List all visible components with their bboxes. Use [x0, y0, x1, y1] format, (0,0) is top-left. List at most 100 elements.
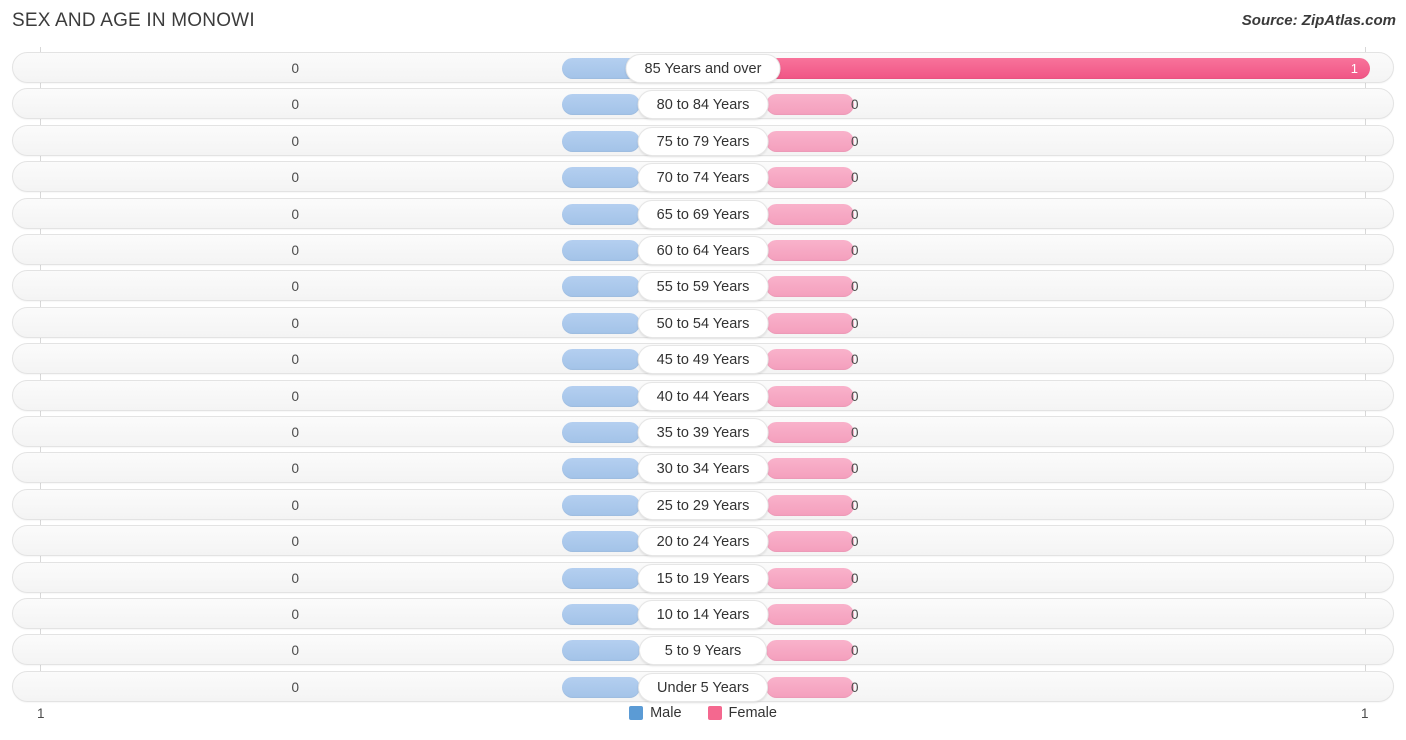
age-group-row[interactable]: 0 0 50 to 54 Years: [12, 306, 1394, 338]
female-value-label: 0: [851, 388, 859, 404]
age-group-row[interactable]: 0 0 35 to 39 Years: [12, 416, 1394, 447]
age-group-row[interactable]: 0 0 40 to 44 Years: [12, 379, 1394, 411]
male-bar[interactable]: [562, 567, 640, 589]
male-value-label: 0: [291, 388, 299, 404]
age-group-label[interactable]: 75 to 79 Years: [637, 126, 769, 156]
age-group-row[interactable]: 0 0 15 to 19 Years: [12, 561, 1394, 593]
chart-header: SEX AND AGE IN MONOWI Source: ZipAtlas.c…: [0, 0, 1406, 46]
age-group-row[interactable]: 0 0 5 to 9 Years: [12, 634, 1394, 666]
age-group-row[interactable]: 0 0 80 to 84 Years: [12, 88, 1394, 120]
male-value-label: 0: [291, 170, 299, 186]
age-group-row[interactable]: 0 0 55 to 59 Years: [12, 270, 1394, 302]
age-group-label[interactable]: 55 to 59 Years: [637, 272, 769, 302]
female-swatch-icon: [707, 706, 722, 720]
female-bar[interactable]: [766, 604, 854, 625]
age-group-row[interactable]: 0 0 60 to 64 Years: [12, 234, 1394, 265]
age-group-label[interactable]: 15 to 19 Years: [637, 563, 769, 593]
age-group-label[interactable]: 25 to 29 Years: [637, 490, 769, 520]
age-group-label[interactable]: 50 to 54 Years: [637, 308, 769, 338]
female-bar[interactable]: [766, 130, 854, 152]
female-value-label: 0: [851, 206, 859, 222]
female-value-label: 0: [851, 570, 859, 586]
age-group-label[interactable]: 60 to 64 Years: [637, 236, 769, 265]
age-group-row[interactable]: 0 0 65 to 69 Years: [12, 197, 1394, 229]
page-title: SEX AND AGE IN MONOWI: [12, 10, 255, 31]
male-bar[interactable]: [562, 130, 640, 152]
age-group-label[interactable]: 40 to 44 Years: [637, 381, 769, 411]
male-value-label: 0: [291, 279, 299, 295]
male-value-label: 0: [291, 315, 299, 331]
female-bar[interactable]: [766, 640, 854, 662]
age-group-label[interactable]: 85 Years and over: [625, 54, 781, 83]
male-bar[interactable]: [562, 604, 640, 625]
female-bar[interactable]: [766, 203, 854, 225]
age-group-label[interactable]: 65 to 69 Years: [637, 199, 769, 229]
age-group-label[interactable]: 70 to 74 Years: [637, 163, 769, 193]
male-value-label: 0: [291, 97, 299, 113]
male-bar[interactable]: [562, 240, 640, 261]
female-bar[interactable]: [766, 167, 854, 189]
age-group-label[interactable]: 10 to 14 Years: [637, 600, 769, 629]
male-bar[interactable]: [562, 94, 640, 116]
age-group-label[interactable]: Under 5 Years: [638, 672, 768, 702]
male-value-label: 0: [291, 206, 299, 222]
age-group-row[interactable]: 0 0 25 to 29 Years: [12, 488, 1394, 520]
age-group-label[interactable]: 30 to 34 Years: [637, 454, 769, 484]
age-group-row[interactable]: 0 0 70 to 74 Years: [12, 161, 1394, 193]
female-bar[interactable]: [766, 385, 854, 407]
female-bar[interactable]: [766, 94, 854, 116]
male-bar[interactable]: [562, 422, 640, 443]
male-bar[interactable]: [562, 167, 640, 189]
female-value-label: 0: [851, 461, 859, 477]
female-bar[interactable]: 1: [766, 58, 1370, 79]
chart-page: SEX AND AGE IN MONOWI Source: ZipAtlas.c…: [0, 0, 1406, 740]
male-value-label: 0: [291, 61, 299, 76]
female-bar[interactable]: [766, 494, 854, 516]
age-group-label[interactable]: 20 to 24 Years: [637, 527, 769, 557]
female-bar[interactable]: [766, 276, 854, 298]
female-value-label: 0: [851, 279, 859, 295]
female-bar[interactable]: [766, 676, 854, 698]
age-group-row[interactable]: 0 0 Under 5 Years: [12, 670, 1394, 702]
male-bar[interactable]: [562, 640, 640, 662]
male-bar[interactable]: [562, 203, 640, 225]
chart-footer: 1 1 Male Female: [0, 700, 1406, 740]
age-group-row[interactable]: 0 0 20 to 24 Years: [12, 525, 1394, 557]
female-value-label: 0: [851, 607, 859, 622]
legend-item-male[interactable]: Male: [629, 705, 682, 721]
male-bar[interactable]: [562, 531, 640, 553]
age-group-label[interactable]: 45 to 49 Years: [637, 345, 769, 375]
female-value-label: 0: [851, 497, 859, 513]
female-value-inbar-label: 1: [1350, 61, 1358, 76]
legend-item-female[interactable]: Female: [707, 705, 777, 721]
male-bar[interactable]: [562, 676, 640, 698]
female-bar[interactable]: [766, 422, 854, 443]
female-value-label: 0: [851, 425, 859, 440]
age-group-label[interactable]: 80 to 84 Years: [637, 90, 769, 120]
age-group-row[interactable]: 0 0 10 to 14 Years: [12, 598, 1394, 629]
age-group-row[interactable]: 0 0 45 to 49 Years: [12, 343, 1394, 375]
female-bar[interactable]: [766, 458, 854, 480]
chart-legend: Male Female: [0, 705, 1406, 721]
male-bar[interactable]: [562, 458, 640, 480]
female-bar[interactable]: [766, 567, 854, 589]
male-bar[interactable]: [562, 494, 640, 516]
legend-label-male: Male: [650, 705, 682, 721]
population-pyramid-plot: 0 1 85 Years and over 0 0 80 to 84 Years 0 0 75 …: [0, 47, 1406, 702]
age-group-row[interactable]: 0 0 75 to 79 Years: [12, 124, 1394, 156]
male-bar[interactable]: [562, 276, 640, 298]
age-group-row[interactable]: 0 0 30 to 34 Years: [12, 452, 1394, 484]
female-bar[interactable]: [766, 240, 854, 261]
male-bar[interactable]: [562, 385, 640, 407]
age-group-label[interactable]: 35 to 39 Years: [637, 418, 769, 447]
male-value-label: 0: [291, 243, 299, 258]
age-group-label[interactable]: 5 to 9 Years: [639, 636, 767, 666]
female-bar[interactable]: [766, 312, 854, 334]
age-group-row[interactable]: 0 1 85 Years and over: [12, 52, 1394, 83]
female-bar[interactable]: [766, 531, 854, 553]
male-value-label: 0: [291, 679, 299, 695]
female-bar[interactable]: [766, 349, 854, 371]
male-bar[interactable]: [562, 349, 640, 371]
male-bar[interactable]: [562, 312, 640, 334]
female-value-label: 0: [851, 643, 859, 659]
